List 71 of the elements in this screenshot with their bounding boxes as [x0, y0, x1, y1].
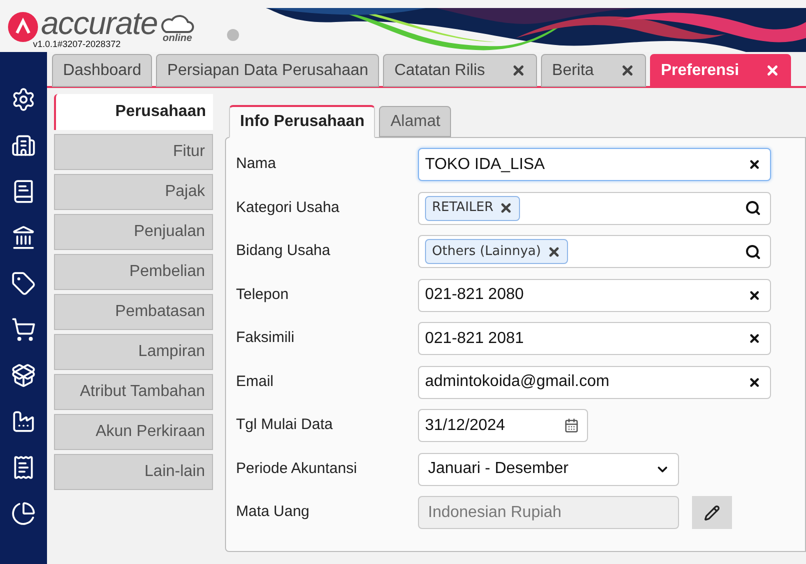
text-field[interactable]: 021-821 2081 [418, 322, 771, 355]
field-value: admintokoida@gmail.com [425, 372, 610, 392]
date-field[interactable]: 31/12/2024 [418, 409, 588, 442]
book-icon[interactable] [11, 179, 36, 204]
settings-nav-item[interactable]: Lain-lain [54, 454, 213, 490]
settings-nav-item[interactable]: Penjualan [54, 214, 213, 250]
receipt-icon[interactable] [11, 455, 36, 480]
remove-icon[interactable] [499, 201, 514, 215]
field-value: Januari - Desember [428, 459, 570, 479]
pie-chart-icon[interactable] [11, 501, 36, 526]
field-value: Indonesian Rupiah [428, 502, 562, 522]
field-label: Tgl Mulai Data [236, 415, 334, 436]
field-label: Periode Akuntansi [236, 458, 358, 479]
field-value: TOKO IDA_LISA [425, 154, 546, 174]
tab[interactable]: Catatan Rilis [383, 54, 538, 87]
tag-chip[interactable]: RETAILER [425, 196, 520, 220]
edit-button[interactable] [692, 496, 732, 529]
sub-tab[interactable]: Info Perusahaan [229, 105, 376, 138]
close-icon[interactable] [765, 63, 780, 78]
tab[interactable]: Preferensi [650, 54, 792, 87]
settings-nav-item[interactable]: Perusahaan [54, 94, 213, 130]
clear-icon[interactable] [748, 376, 761, 388]
select-field[interactable]: Januari - Desember [418, 452, 679, 486]
calendar-icon[interactable] [564, 418, 579, 433]
settings-nav-item[interactable]: Pembelian [54, 254, 213, 290]
tag-field[interactable]: Others (Lainnya) [418, 235, 771, 268]
tab[interactable]: Persiapan Data Perusahaan [156, 54, 380, 87]
close-icon[interactable] [511, 63, 526, 78]
clear-icon[interactable] [748, 158, 761, 171]
field-label: Email [236, 372, 275, 392]
tag-field[interactable]: RETAILER [418, 192, 771, 224]
building-icon[interactable] [11, 133, 36, 158]
clear-icon[interactable] [748, 288, 761, 302]
text-field[interactable]: admintokoida@gmail.com [418, 366, 771, 398]
field-value: 021-821 2080 [425, 285, 525, 305]
settings-nav-item[interactable]: Pembatasan [54, 294, 213, 330]
cart-icon[interactable] [11, 317, 36, 342]
tag-chip[interactable]: Others (Lainnya) [425, 239, 568, 264]
text-field[interactable]: 021-821 2080 [418, 278, 771, 312]
tab[interactable]: Berita [541, 54, 646, 87]
settings-nav-item[interactable]: Fitur [54, 134, 213, 170]
factory-icon[interactable] [11, 409, 36, 434]
field-label: Telepon [236, 284, 290, 305]
settings-nav-item[interactable]: Lampiran [54, 334, 213, 370]
field-value: 021-821 2081 [425, 328, 525, 348]
settings-nav-item[interactable]: Akun Perkiraan [54, 414, 213, 450]
search-icon[interactable] [745, 200, 761, 216]
version-text: v1.0.1#3207-2028372 [33, 40, 122, 49]
price-tag-icon[interactable] [11, 271, 36, 296]
field-label: Bidang Usaha [236, 241, 332, 262]
sub-tab[interactable]: Alamat [379, 106, 452, 137]
field-label: Mata Uang [236, 502, 310, 522]
field-label: Faksimili [236, 328, 296, 348]
cloud-icon [160, 14, 194, 34]
logo-icon [8, 12, 38, 42]
field-value: 31/12/2024 [425, 416, 506, 436]
text-field[interactable]: TOKO IDA_LISA [418, 148, 771, 181]
clear-icon[interactable] [748, 332, 761, 345]
field-label: Kategori Usaha [236, 198, 340, 218]
bank-icon[interactable] [11, 225, 36, 250]
pencil-icon [704, 504, 720, 520]
close-icon[interactable] [620, 63, 635, 78]
search-icon[interactable] [745, 244, 761, 260]
brand-name: accurate [41, 6, 158, 40]
field-label: Nama [236, 154, 278, 174]
settings-icon[interactable] [11, 87, 36, 112]
settings-nav-item[interactable]: Atribut Tambahan [54, 374, 213, 410]
remove-icon[interactable] [546, 244, 561, 258]
settings-nav-item[interactable]: Pajak [54, 174, 213, 210]
tab[interactable]: Dashboard [52, 54, 152, 87]
edition-text: online [162, 34, 192, 44]
